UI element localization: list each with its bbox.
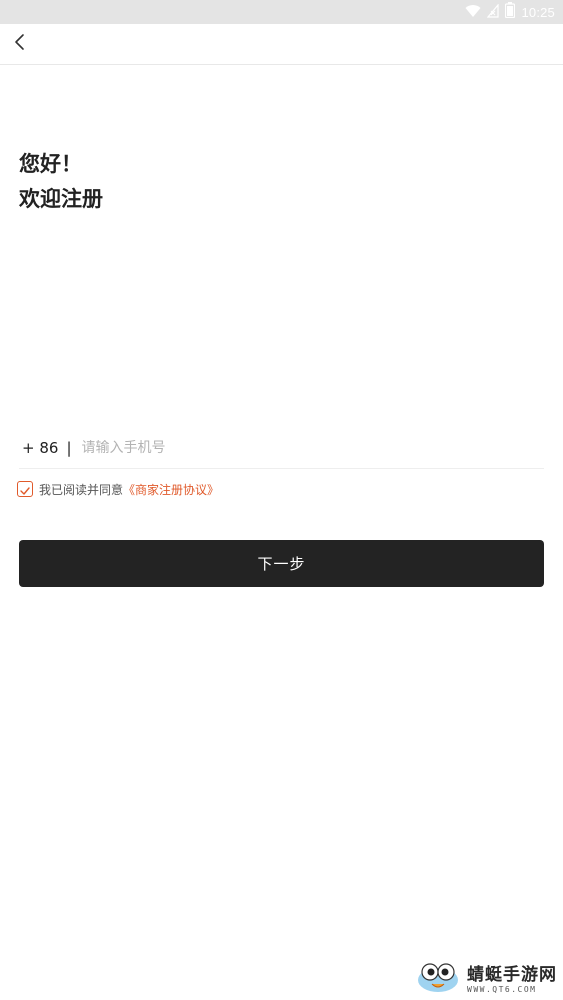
back-button[interactable] <box>8 32 32 56</box>
agreement-row: 我已阅读并同意 《商家注册协议》 <box>17 480 219 498</box>
agreement-checkbox[interactable] <box>17 481 33 497</box>
watermark: 蜻蜓手游网 WWW.QT6.COM <box>415 960 557 998</box>
phone-input-row: + 86 | <box>19 428 544 469</box>
chevron-left-icon <box>13 33 27 55</box>
phone-input[interactable] <box>81 440 544 456</box>
next-button[interactable]: 下一步 <box>19 540 544 587</box>
header-bar <box>0 24 563 65</box>
watermark-text: 蜻蜓手游网 WWW.QT6.COM <box>467 965 557 994</box>
welcome-title: 欢迎注册 <box>19 187 103 211</box>
signal-icon <box>487 2 500 22</box>
agreement-text: 我已阅读并同意 <box>39 482 124 497</box>
agreement-link[interactable]: 《商家注册协议》 <box>123 481 219 498</box>
watermark-url: WWW.QT6.COM <box>467 984 537 994</box>
country-code-separator: | <box>66 439 72 457</box>
wifi-icon <box>465 3 481 22</box>
status-bar: 10:25 <box>0 0 563 24</box>
country-code[interactable]: + 86 <box>22 439 58 457</box>
status-icons: 10:25 <box>465 2 555 22</box>
status-time: 10:25 <box>521 4 555 20</box>
dragonfly-logo-icon <box>415 960 461 998</box>
checkmark-icon <box>20 480 30 499</box>
greeting-title: 您好！ <box>19 152 82 176</box>
watermark-title: 蜻蜓手游网 <box>467 964 557 985</box>
battery-icon <box>505 2 516 22</box>
